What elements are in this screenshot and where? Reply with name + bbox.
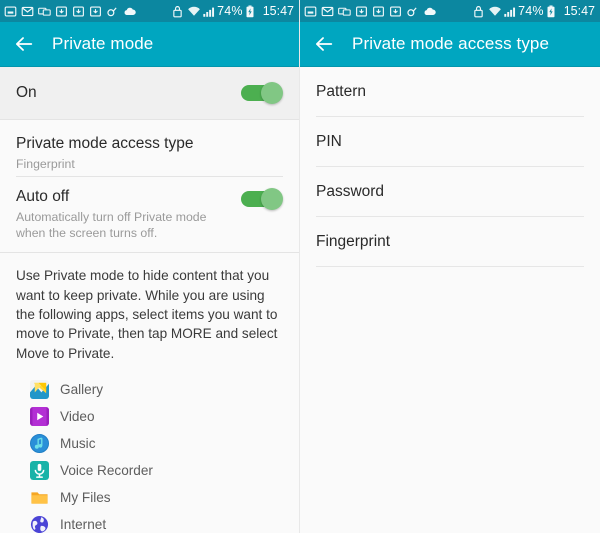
toggle-row-label: On — [16, 84, 37, 101]
private-mode-access-type-row[interactable]: Private mode access type Fingerprint — [0, 120, 299, 176]
option-fingerprint[interactable]: Fingerprint — [300, 217, 600, 266]
battery-percent-label: 74% — [518, 4, 544, 18]
private-mode-switch-wrap[interactable] — [231, 67, 283, 119]
lock-icon — [473, 5, 486, 18]
battery-charging-icon — [546, 4, 559, 18]
gallery-icon — [30, 379, 49, 399]
list-item[interactable]: Voice Recorder — [30, 457, 299, 484]
status-bar-system-icons: 74% 15:47 — [172, 4, 294, 18]
email-icon — [321, 5, 334, 18]
battery-percent-label: 74% — [217, 4, 243, 18]
save-icon — [89, 5, 102, 18]
private-mode-app-list: Gallery Video Music Voice Recorder My Fi… — [0, 374, 299, 533]
save-icon — [389, 5, 402, 18]
private-mode-description: Use Private mode to hide content that yo… — [16, 268, 278, 361]
access-type-title: Private mode access type — [16, 135, 194, 153]
link-icon — [106, 5, 119, 18]
wifi-icon — [488, 5, 501, 18]
link-icon — [406, 5, 419, 18]
list-item-label: Music — [60, 435, 96, 451]
auto-off-title: Auto off — [16, 188, 70, 205]
list-item[interactable]: Video — [30, 403, 299, 430]
list-item[interactable]: Gallery — [30, 376, 299, 403]
option-pattern[interactable]: Pattern — [300, 67, 600, 116]
signal-bars-icon — [202, 5, 215, 18]
access-type-subtitle: Fingerprint — [16, 157, 75, 172]
option-password[interactable]: Password — [300, 167, 600, 216]
status-bar-notification-icons — [4, 5, 169, 18]
app-bar-right: Private mode access type — [300, 22, 600, 67]
auto-off-subtitle: Automatically turn off Private mode when… — [16, 210, 207, 241]
voice-recorder-icon — [30, 460, 49, 480]
save-icon — [372, 5, 385, 18]
private-mode-toggle-row[interactable]: On — [0, 67, 299, 119]
inbox-icon — [304, 5, 317, 18]
clock-label: 15:47 — [563, 4, 595, 18]
music-icon — [30, 433, 49, 453]
save-icon — [72, 5, 85, 18]
auto-off-row[interactable]: Auto off Automatically turn off Private … — [0, 177, 299, 253]
app-bar-left: Private mode — [0, 22, 299, 67]
battery-charging-icon — [245, 4, 258, 18]
save-icon — [355, 5, 368, 18]
lock-icon — [172, 5, 185, 18]
option-label: Fingerprint — [316, 232, 391, 250]
access-type-option-list: Pattern PIN Password Fingerprint — [300, 67, 600, 267]
left-panel-private-mode: 74% 15:47 Private mode On Private mode a… — [0, 0, 300, 533]
list-item[interactable]: Music — [30, 430, 299, 457]
status-bar-right: 74% 15:47 — [300, 0, 600, 22]
divider — [316, 266, 584, 267]
switch-thumb — [261, 82, 283, 104]
status-bar-left: 74% 15:47 — [0, 0, 299, 22]
list-item-label: Gallery — [60, 381, 104, 397]
list-item[interactable]: My Files — [30, 484, 299, 511]
auto-off-switch[interactable] — [241, 188, 283, 210]
status-bar-notification-icons — [304, 5, 470, 18]
auto-off-text: Auto off Automatically turn off Private … — [16, 188, 231, 241]
list-item-label: Voice Recorder — [60, 462, 153, 478]
option-label: PIN — [316, 132, 342, 150]
list-item-label: Internet — [60, 516, 107, 532]
back-arrow-icon[interactable] — [13, 33, 35, 55]
list-item[interactable]: Internet — [30, 511, 299, 533]
cloud-icon — [123, 5, 136, 18]
clock-label: 15:47 — [262, 4, 294, 18]
private-mode-switch[interactable] — [241, 82, 283, 104]
my-files-icon — [30, 487, 49, 507]
option-label: Password — [316, 182, 385, 200]
toggle-row-text: On — [16, 84, 231, 102]
option-label: Pattern — [316, 82, 366, 100]
cloud-icon — [423, 5, 436, 18]
switch-thumb — [261, 188, 283, 210]
wifi-icon — [187, 5, 200, 18]
chat-icon — [38, 5, 51, 18]
status-bar-system-icons: 74% 15:47 — [473, 4, 595, 18]
internet-icon — [30, 515, 49, 533]
save-icon — [55, 5, 68, 18]
video-icon — [30, 406, 49, 426]
chat-icon — [338, 5, 351, 18]
inbox-icon — [4, 5, 17, 18]
page-title: Private mode access type — [352, 34, 550, 53]
signal-bars-icon — [503, 5, 516, 18]
option-pin[interactable]: PIN — [300, 117, 600, 166]
email-icon — [21, 5, 34, 18]
back-arrow-icon[interactable] — [313, 33, 335, 55]
right-panel-access-type: 74% 15:47 Private mode access type Patte… — [300, 0, 600, 533]
dual-screenshot-container: 74% 15:47 Private mode On Private mode a… — [0, 0, 600, 533]
list-item-label: Video — [60, 408, 95, 424]
page-title: Private mode — [52, 34, 154, 53]
list-item-label: My Files — [60, 489, 111, 505]
auto-off-switch-wrap[interactable] — [231, 188, 283, 210]
